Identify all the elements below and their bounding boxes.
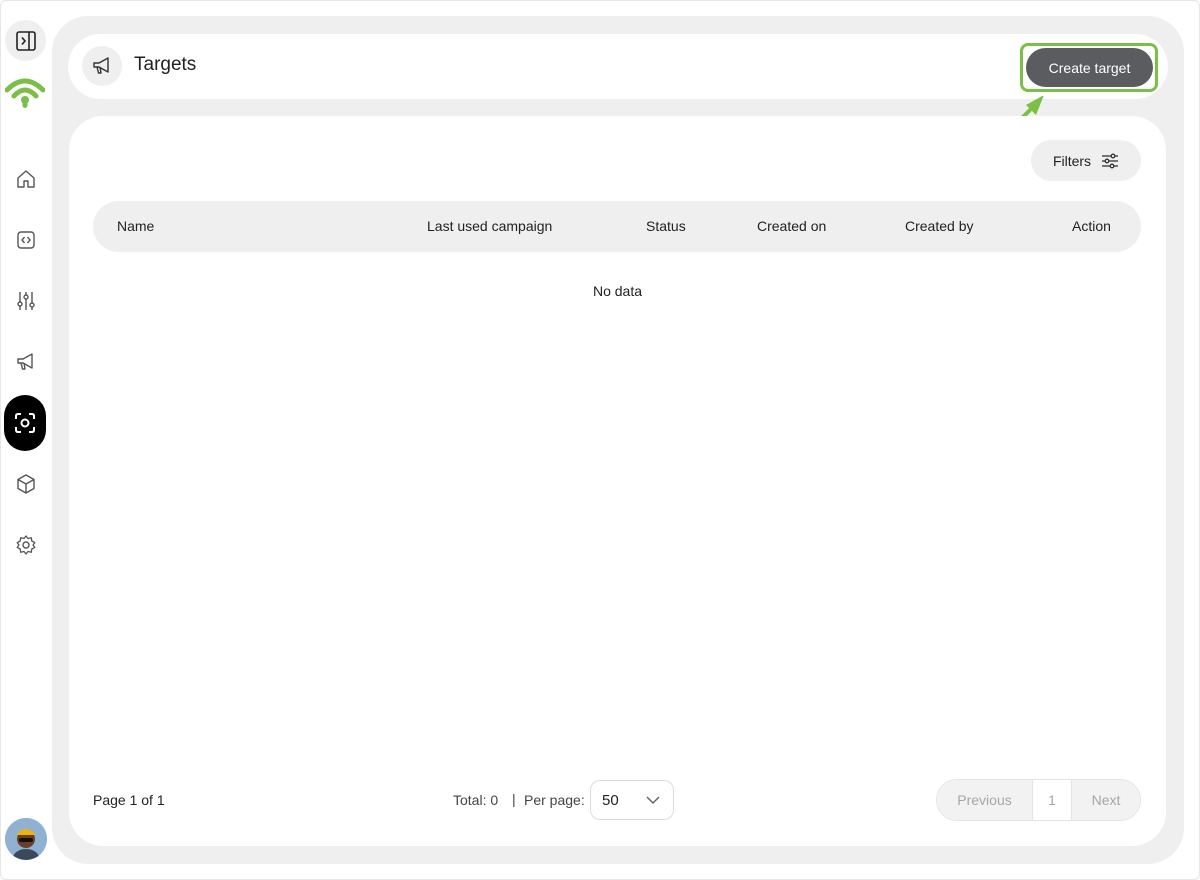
megaphone-icon [93,57,109,74]
column-header-last-used-campaign[interactable]: Last used campaign [427,218,552,234]
filters-label: Filters [1052,152,1092,169]
brand-logo[interactable] [4,74,46,114]
sidebar [0,0,52,880]
page-title: Targets [134,54,197,75]
per-page-value: 50 [602,792,619,809]
megaphone-icon [16,352,33,370]
sidebar-toggle-button[interactable] [5,20,46,61]
next-page-button[interactable]: Next [1072,780,1140,820]
sidebar-item-settings-sliders[interactable] [5,280,46,321]
page-info: Page 1 of 1 [93,792,165,808]
chevron-down-icon [646,796,660,805]
code-icon [16,230,35,249]
create-target-button[interactable]: Create target [1026,48,1153,87]
sidebar-item-targets[interactable] [4,395,46,451]
previous-page-button[interactable]: Previous [937,780,1032,820]
filter-sliders-icon [1102,153,1119,168]
cube-icon [16,473,35,494]
sidebar-item-campaigns[interactable] [5,341,46,382]
sidebar-item-code[interactable] [5,219,46,260]
create-target-highlight: Create target [1020,43,1158,92]
avatar-image [5,818,47,860]
scan-focus-icon [15,413,35,433]
filters-button[interactable]: Filters [1031,140,1141,181]
column-header-name[interactable]: Name [117,218,154,234]
wifi-logo-icon [4,78,46,108]
sidebar-item-home[interactable] [5,158,46,199]
total-count: Total: 0 [453,792,499,808]
gear-icon [16,534,35,555]
footer-separator: | [512,791,516,807]
column-header-status[interactable]: Status [646,218,686,234]
panel-right-icon [15,30,36,51]
main-area: Targets Create target Filters Name Last … [52,16,1184,864]
header-icon-badge [82,46,122,86]
pagination: Previous 1 Next [936,779,1141,821]
per-page-select[interactable]: 50 [590,780,674,820]
column-header-created-by[interactable]: Created by [905,218,973,234]
empty-state-text: No data [592,283,643,299]
page-header: Targets [68,34,1168,99]
sidebar-item-packages[interactable] [5,463,46,504]
page-number-button[interactable]: 1 [1032,780,1072,820]
sliders-icon [16,291,35,310]
per-page-label: Per page: [524,792,585,808]
targets-panel: Filters Name Last used campaign Status C… [69,116,1166,846]
home-icon [16,169,35,188]
sidebar-item-settings[interactable] [5,524,46,565]
user-avatar[interactable] [5,818,47,860]
table-header: Name Last used campaign Status Created o… [93,201,1141,252]
column-header-action: Action [1072,218,1111,234]
column-header-created-on[interactable]: Created on [757,218,826,234]
